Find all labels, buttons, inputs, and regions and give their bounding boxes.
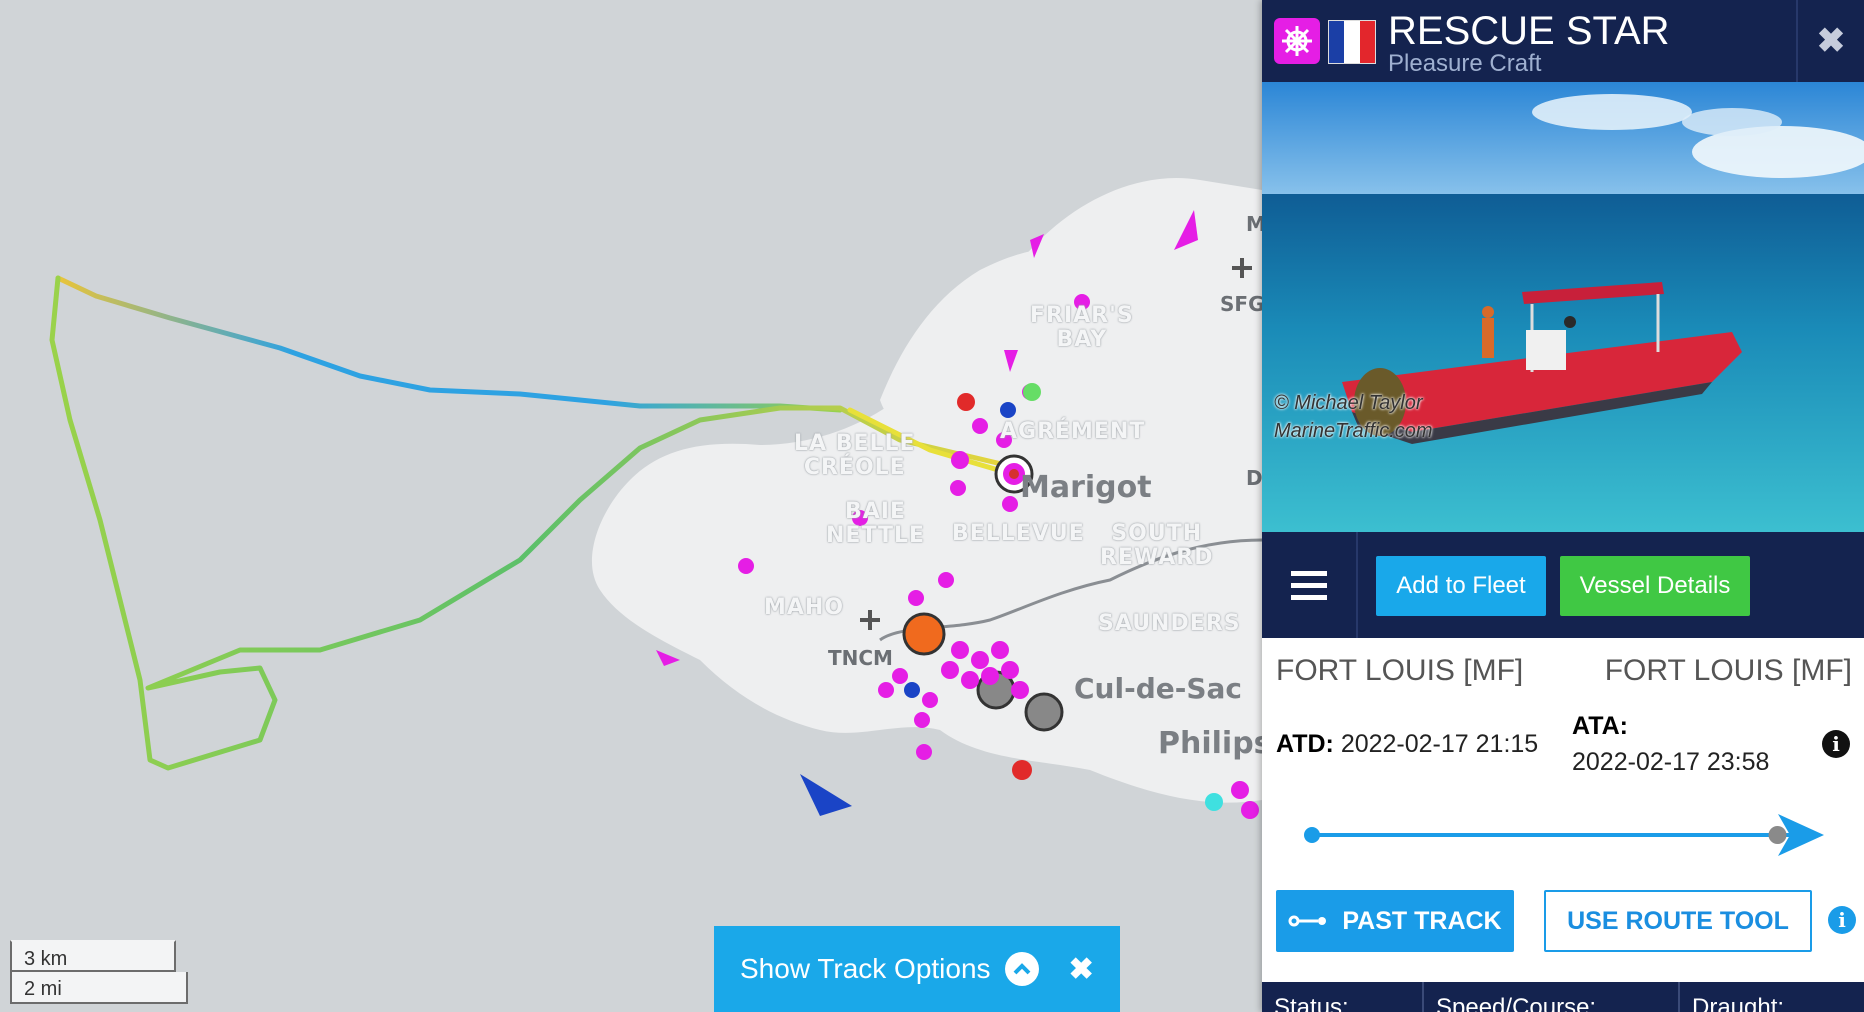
vessel-info-panel: RESCUE STAR Pleasure Craft ✖ © Michael T… bbox=[1262, 0, 1864, 1012]
place-label-la-belle-creole: LA BELLE CRÉOLE bbox=[794, 431, 916, 480]
add-to-fleet-button[interactable]: Add to Fleet bbox=[1376, 556, 1546, 616]
close-panel-button[interactable]: ✖ bbox=[1796, 0, 1864, 82]
airport-code-sfg: SFG bbox=[1220, 292, 1265, 316]
atd-label: ATD: bbox=[1276, 730, 1334, 758]
close-track-options-icon[interactable]: ✖ bbox=[1069, 952, 1094, 987]
place-label-baie-nettle: BAIE NETTLE bbox=[826, 499, 926, 548]
atd-value: 2022-02-17 21:15 bbox=[1340, 730, 1539, 758]
track-icon bbox=[1288, 915, 1327, 927]
show-track-options-label[interactable]: Show Track Options bbox=[740, 953, 991, 985]
scale-km: 3 km bbox=[10, 940, 176, 972]
past-track-label[interactable]: PAST TRACK bbox=[1342, 907, 1501, 936]
ship-arrow-icon bbox=[800, 774, 852, 816]
voyage-progress-bar bbox=[1304, 814, 1824, 856]
chevron-up-icon[interactable] bbox=[1004, 952, 1039, 986]
photo-source: MarineTraffic.com bbox=[1274, 420, 1433, 442]
place-label-bellevue: BELLEVUE bbox=[952, 521, 1085, 546]
route-info-icon[interactable]: i bbox=[1828, 906, 1856, 934]
map-edge-label-d: D bbox=[1246, 466, 1263, 490]
place-label-south-reward: SOUTH REWARD bbox=[1100, 521, 1214, 570]
vessel-name: RESCUE STAR bbox=[1388, 9, 1670, 53]
island-land bbox=[591, 178, 1262, 803]
past-track-button[interactable]: PAST TRACK bbox=[1276, 890, 1514, 952]
stat-status: Status: bbox=[1262, 982, 1424, 1012]
progress-start-dot bbox=[1304, 827, 1320, 843]
vessel-photo[interactable]: © Michael Taylor MarineTraffic.com bbox=[1262, 82, 1864, 532]
show-track-options-bar[interactable]: Show Track Options ✖ bbox=[714, 926, 1120, 1012]
town-label-marigot: Marigot bbox=[1020, 470, 1152, 505]
stat-draught: Draught: bbox=[1692, 994, 1785, 1012]
scale-mi: 2 mi bbox=[10, 972, 188, 1004]
place-label-friars-bay: FRIAR'S BAY bbox=[1030, 303, 1134, 352]
progress-position-dot bbox=[1768, 826, 1787, 844]
info-icon[interactable]: i bbox=[1822, 730, 1850, 758]
vessel-stats-bar: Status: Speed/Course: Draught: bbox=[1262, 982, 1864, 1012]
ata-value: 2022-02-17 23:58 bbox=[1572, 748, 1770, 776]
arrival-port[interactable]: FORT LOUIS [MF] bbox=[1605, 654, 1852, 688]
atd-row: ATD: 2022-02-17 21:15 bbox=[1276, 730, 1538, 759]
stat-speed-course: Speed/Course: bbox=[1424, 982, 1680, 1012]
departure-port[interactable]: FORT LOUIS [MF] bbox=[1276, 654, 1523, 688]
town-label-cul-de-sac: Cul-de-Sac bbox=[1074, 672, 1243, 705]
hamburger-menu-icon[interactable] bbox=[1262, 532, 1358, 638]
place-label-agrement: AGRÉMENT bbox=[1000, 419, 1146, 444]
ship-wheel-icon bbox=[1274, 18, 1320, 64]
ata-label: ATA: bbox=[1572, 712, 1628, 740]
vessel-details-button[interactable]: Vessel Details bbox=[1560, 556, 1750, 616]
vessel-type: Pleasure Craft bbox=[1388, 50, 1542, 77]
scale-bar: 3 km 2 mi bbox=[10, 940, 188, 1004]
photo-credit: © Michael Taylor bbox=[1274, 392, 1423, 414]
use-route-tool-button[interactable]: USE ROUTE TOOL bbox=[1544, 890, 1812, 952]
place-label-saunders: SAUNDERS bbox=[1098, 611, 1241, 636]
panel-header: RESCUE STAR Pleasure Craft ✖ bbox=[1262, 0, 1864, 82]
flag-france-icon bbox=[1328, 20, 1376, 64]
airport-code-tncm: TNCM bbox=[828, 646, 893, 670]
place-label-maho: MAHO bbox=[764, 595, 845, 620]
panel-toolbar: Add to Fleet Vessel Details bbox=[1262, 532, 1864, 638]
